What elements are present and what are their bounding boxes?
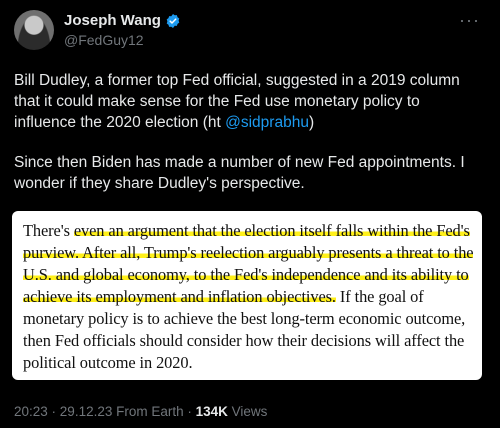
mention-link[interactable]: @sidprabhu (225, 114, 309, 131)
verified-badge-icon (166, 13, 180, 28)
tweet-paragraph-1: Bill Dudley, a former top Fed official, … (14, 70, 484, 133)
more-options-icon[interactable]: ··· (459, 11, 480, 29)
tweet-source: From Earth (112, 404, 184, 419)
tweet: Joseph Wang @FedGuy12 ··· Bill Dudley, a… (0, 0, 500, 428)
tweet-meta: 20:23 · 29.12.23 From Earth · 134K Views (14, 404, 267, 419)
meta-separator: · (183, 404, 196, 419)
author-handle[interactable]: @FedGuy12 (64, 32, 181, 48)
tweet-paragraph-2: Since then Biden has made a number of ne… (14, 154, 465, 192)
meta-separator: · (47, 404, 60, 419)
avatar[interactable] (14, 10, 54, 50)
tweet-date[interactable]: 29.12.23 (60, 404, 113, 419)
name-row: Joseph Wang (64, 12, 181, 29)
author-display-name[interactable]: Joseph Wang (64, 12, 161, 29)
author-block: Joseph Wang @FedGuy12 (64, 12, 181, 48)
views-count[interactable]: 134K (196, 404, 228, 419)
tweet-time[interactable]: 20:23 (14, 404, 48, 419)
tweet-header: Joseph Wang @FedGuy12 ··· (14, 10, 486, 50)
quoted-article-image[interactable]: There's even an argument that the electi… (12, 211, 482, 380)
quote-lead: There's (23, 221, 74, 240)
views-label: Views (227, 404, 268, 419)
tweet-body: Bill Dudley, a former top Fed official, … (14, 70, 484, 194)
tweet-text-1b: ) (308, 114, 315, 131)
quoted-article-text: There's even an argument that the electi… (23, 220, 479, 374)
